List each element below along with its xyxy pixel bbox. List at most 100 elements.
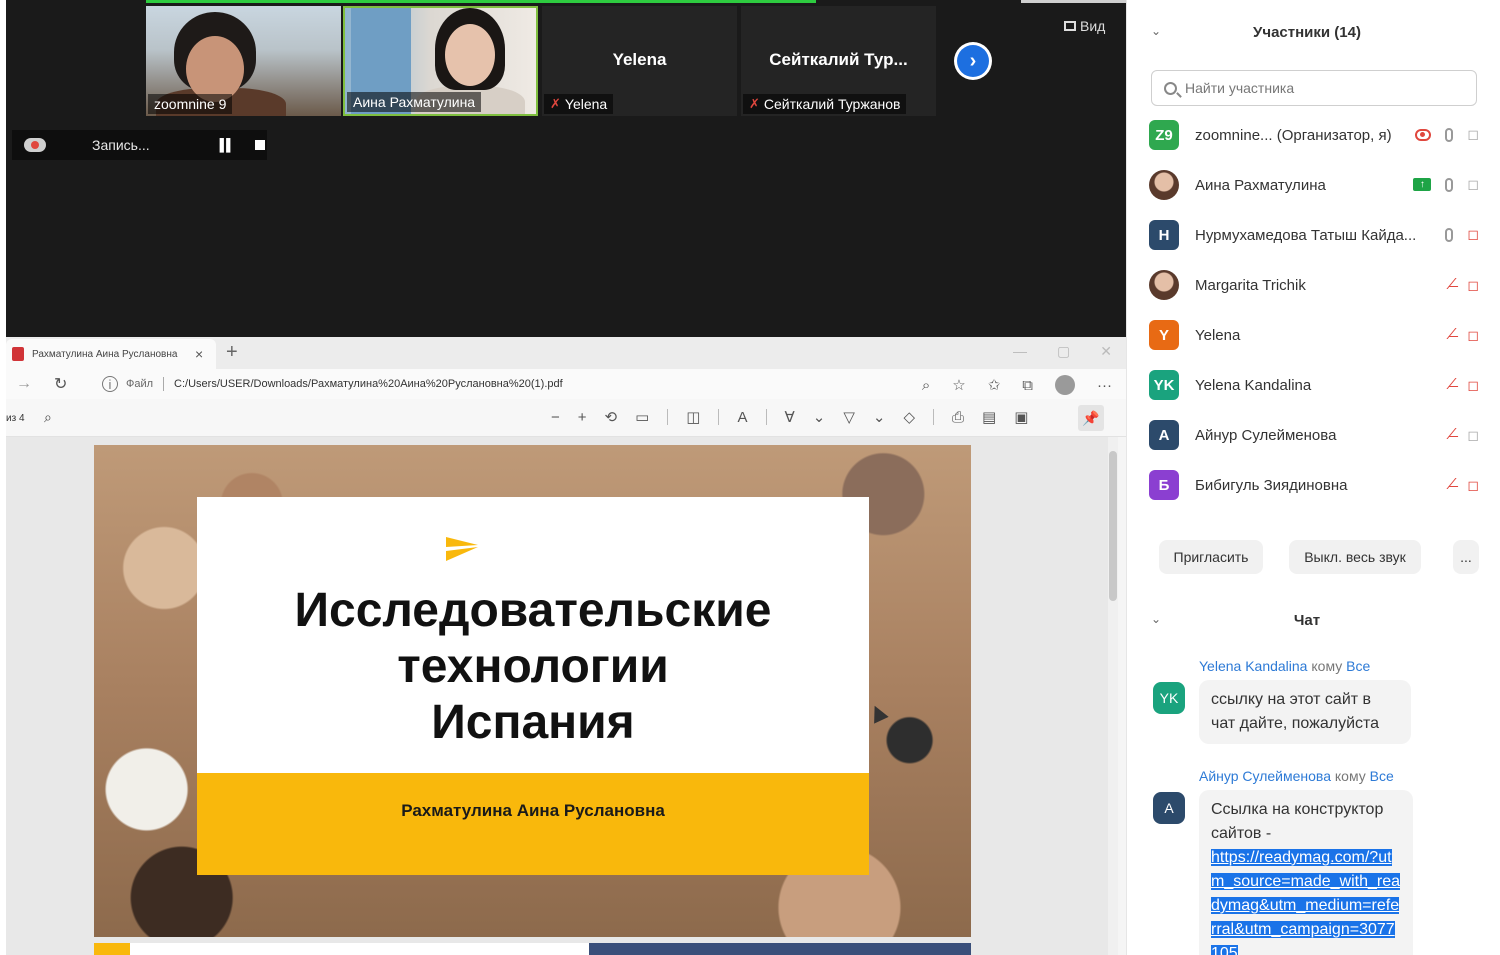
camera-off-icon[interactable]: ◻ (1467, 226, 1479, 243)
camera-icon[interactable]: ◻ (1467, 427, 1479, 444)
participant-row[interactable]: Б Бибигуль Зиядиновна ⁄̶ ◻ (1149, 460, 1479, 510)
mic-muted-icon[interactable]: ⁄̶ (1451, 426, 1454, 444)
pause-icon[interactable]: ▌▌ (220, 138, 235, 152)
collections-icon[interactable]: ⧉ (1022, 377, 1033, 394)
maximize-icon[interactable]: ▢ (1057, 343, 1070, 360)
view-button[interactable]: Вид (1064, 18, 1105, 34)
zoom-icon[interactable]: ⌕ (922, 377, 930, 394)
participant-status: ◻ (1445, 226, 1479, 243)
participant-row[interactable]: YK Yelena Kandalina ⁄̶ ◻ (1149, 360, 1479, 410)
camera-off-icon[interactable]: ◻ (1467, 277, 1479, 294)
print-icon[interactable]: ⎙ (952, 409, 964, 426)
slide-author-band: Рахматулина Аина Руслановна (197, 773, 869, 875)
participant-avatar: Б (1149, 470, 1179, 500)
read-aloud-icon[interactable]: A (737, 409, 747, 426)
back-arrow-icon[interactable]: → (16, 375, 40, 393)
tab-bar: Рахматулина Аина Руслановна × + — ▢ ✕ (6, 337, 1126, 369)
stop-icon[interactable] (254, 140, 265, 150)
mic-muted-icon[interactable]: ⁄̶ (1451, 476, 1454, 494)
tab-title: Рахматулина Аина Руслановна (32, 348, 178, 360)
participant-row[interactable]: Margarita Trichik ⁄̶ ◻ (1149, 260, 1479, 310)
participant-name: Нурмухамедова Татыш Кайда... (1195, 226, 1417, 244)
chevron-right-icon: › (957, 45, 989, 77)
search-icon (1164, 81, 1177, 95)
draw-icon[interactable]: ∀ (785, 408, 795, 426)
save-icon[interactable]: ▤ (982, 408, 996, 426)
save-as-icon[interactable]: ▣ (1014, 408, 1028, 426)
profile-avatar[interactable] (1055, 375, 1075, 395)
chevron-down-icon[interactable]: ⌄ (813, 408, 826, 426)
sender-name[interactable]: Yelena Kandalina (1199, 658, 1307, 674)
video-tile-zoomnine[interactable]: zoomnine 9 (146, 6, 341, 116)
mic-muted-icon: ✗ (749, 96, 760, 111)
participant-row[interactable]: Z9 zoomnine... (Организатор, я) ◻ (1149, 110, 1479, 160)
message-link[interactable]: https://readymag.com/?utm_source=made_wi… (1211, 849, 1400, 955)
zoom-out-icon[interactable]: − (551, 409, 560, 426)
fit-page-icon[interactable]: ▭ (635, 408, 649, 426)
close-window-icon[interactable]: ✕ (1100, 343, 1112, 360)
scrollbar-thumb[interactable] (1109, 451, 1117, 601)
recipient[interactable]: Все (1370, 768, 1394, 784)
tile-name-label: ✗ Сейткалий Туржанов (743, 94, 907, 114)
participant-avatar-photo (1149, 170, 1179, 200)
participant-row[interactable]: А Айнур Сулейменова ⁄̶ ◻ (1149, 410, 1479, 460)
favorite-add-icon[interactable]: ☆ (952, 376, 965, 394)
video-tile-aina[interactable]: Аина Рахматулина (343, 6, 538, 116)
mic-icon[interactable] (1445, 227, 1454, 242)
tile-name-label: zoomnine 9 (148, 94, 233, 114)
camera-off-icon[interactable]: ◻ (1467, 477, 1479, 494)
eraser-icon[interactable]: ◇ (903, 408, 915, 426)
participant-row[interactable]: Аина Рахматулина ↑ ◻ (1149, 160, 1479, 210)
page-view-icon[interactable]: ◫ (686, 408, 700, 426)
sender-avatar: YK (1153, 682, 1185, 714)
arrow-logo-icon (446, 537, 478, 561)
mic-icon[interactable] (1445, 127, 1454, 142)
participant-status: ⁄̶ ◻ (1451, 276, 1479, 294)
highlight-icon[interactable]: ▽ (843, 408, 855, 426)
participant-row[interactable]: Н Нурмухамедова Татыш Кайда... ◻ (1149, 210, 1479, 260)
sender-name[interactable]: Айнур Сулейменова (1199, 768, 1331, 784)
recipient[interactable]: Все (1346, 658, 1370, 674)
participant-name: Аина Рахматулина (1195, 176, 1326, 194)
more-options-button[interactable]: ... (1453, 540, 1479, 574)
video-tile-seitkaliy[interactable]: Сейткалий Тур... ✗ Сейткалий Туржанов (741, 6, 936, 116)
screen-share-icon: ↑ (1413, 178, 1432, 191)
pdf-viewer[interactable]: Исследовательские технологии Испания Рах… (6, 437, 1111, 955)
info-icon[interactable]: i (102, 376, 118, 392)
more-icon[interactable]: ··· (1097, 377, 1112, 394)
participant-search[interactable] (1151, 70, 1477, 106)
invite-button[interactable]: Пригласить (1159, 540, 1263, 574)
rotate-icon[interactable]: ⟲ (605, 408, 618, 426)
minimize-icon[interactable]: — (1013, 343, 1027, 360)
participant-avatar: YK (1149, 370, 1179, 400)
camera-icon[interactable]: ◻ (1467, 126, 1479, 143)
mic-icon[interactable] (1445, 177, 1454, 192)
mic-muted-icon[interactable]: ⁄̶ (1451, 326, 1454, 344)
participant-search-input[interactable] (1185, 80, 1465, 96)
mic-muted-icon[interactable]: ⁄̶ (1451, 276, 1454, 294)
reload-icon[interactable]: ↻ (54, 374, 78, 394)
mute-all-button[interactable]: Выкл. весь звук (1289, 540, 1421, 574)
mic-muted-icon[interactable]: ⁄̶ (1451, 376, 1454, 394)
next-slide-preview (94, 943, 971, 955)
camera-off-icon[interactable]: ◻ (1467, 327, 1479, 344)
participant-name: zoomnine... (Организатор, я) (1195, 126, 1392, 144)
favorites-icon[interactable]: ✩ (988, 376, 1001, 394)
pdf-scrollbar[interactable] (1108, 437, 1118, 955)
browser-tab[interactable]: Рахматулина Аина Руслановна × (6, 339, 216, 369)
pdf-toolbar: из 4 ⌕ − + ⟲ ▭ ◫ A ∀ ⌄ ▽ ⌄ ◇ ⎙ ▤ ▣ 📌 (6, 399, 1126, 437)
chat-section: ⌄ Чат YK Yelena Kandalina кому Все ссылк… (1127, 600, 1500, 955)
slide-author: Рахматулина Аина Руслановна (401, 801, 665, 820)
next-page-button[interactable]: › (954, 42, 992, 80)
zoom-in-icon[interactable]: + (578, 409, 587, 426)
new-tab-button[interactable]: + (226, 341, 238, 364)
search-icon[interactable]: ⌕ (44, 409, 52, 426)
chevron-down-icon[interactable]: ⌄ (873, 408, 886, 426)
close-icon[interactable]: × (195, 346, 203, 362)
video-tile-yelena[interactable]: Yelena ✗ Yelena (542, 6, 737, 116)
camera-icon[interactable]: ◻ (1467, 176, 1479, 193)
pin-icon[interactable]: 📌 (1078, 405, 1104, 431)
camera-off-icon[interactable]: ◻ (1467, 377, 1479, 394)
participant-row[interactable]: Y Yelena ⁄̶ ◻ (1149, 310, 1479, 360)
url-text[interactable]: C:/Users/USER/Downloads/Рахматулина%20Аи… (174, 378, 563, 390)
